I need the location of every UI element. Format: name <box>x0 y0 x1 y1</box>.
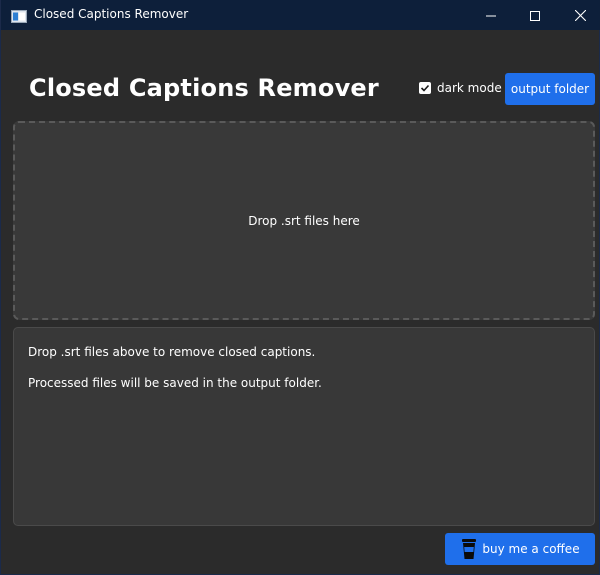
log-panel: Drop .srt files above to remove closed c… <box>13 327 595 526</box>
maximize-icon <box>530 6 540 25</box>
title-bar[interactable]: Closed Captions Remover <box>1 0 600 30</box>
checkmark-icon <box>420 84 430 92</box>
app-icon <box>11 8 27 23</box>
coffee-button-label: buy me a coffee <box>482 542 580 556</box>
app-window: Closed Captions Remover Closed Captions … <box>0 0 600 575</box>
log-line: Processed files will be saved in the out… <box>28 376 322 390</box>
log-line: Drop .srt files above to remove closed c… <box>28 345 316 359</box>
close-icon <box>574 6 586 25</box>
close-button[interactable] <box>557 0 600 30</box>
output-folder-button[interactable]: output folder <box>505 73 595 105</box>
window-title: Closed Captions Remover <box>34 7 189 21</box>
buy-me-a-coffee-button[interactable]: buy me a coffee <box>445 533 595 565</box>
drop-zone-text: Drop .srt files here <box>248 213 360 228</box>
page-title: Closed Captions Remover <box>29 74 379 102</box>
minimize-button[interactable] <box>468 0 514 30</box>
maximize-button[interactable] <box>512 0 558 30</box>
file-drop-zone[interactable]: Drop .srt files here <box>13 121 595 320</box>
dark-mode-checkbox[interactable] <box>419 82 431 94</box>
coffee-cup-icon <box>460 537 478 561</box>
minimize-icon <box>486 6 496 25</box>
dark-mode-label: dark mode <box>437 81 502 95</box>
dark-mode-toggle[interactable]: dark mode <box>419 81 502 95</box>
